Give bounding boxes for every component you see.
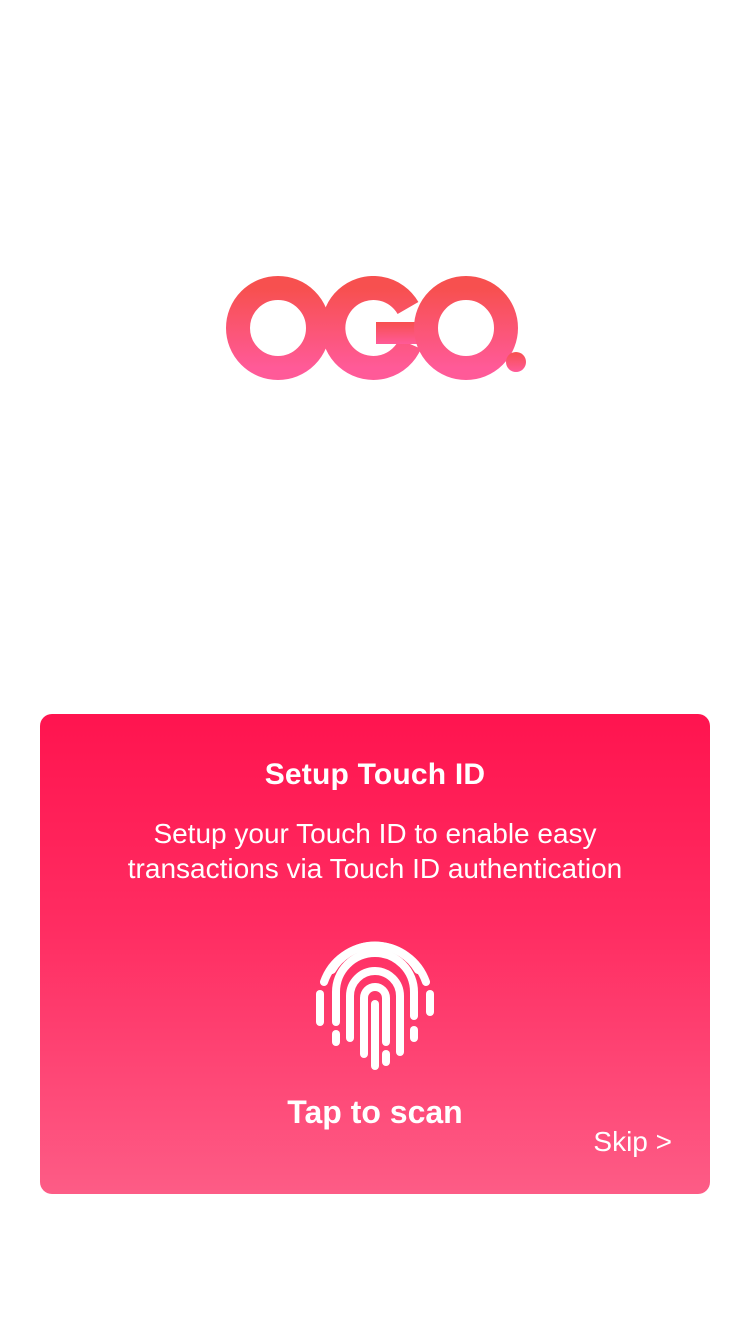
card-title: Setup Touch ID [264, 758, 486, 791]
description-line: transactions via Touch ID authentication [127, 853, 623, 884]
touch-id-setup-screen: Setup Touch ID Setup your Touch ID to en… [0, 0, 750, 1334]
skip-button[interactable]: Skip > [593, 1126, 672, 1158]
ogo-logo [222, 276, 532, 380]
card-description: Setup your Touch ID to enable easy trans… [80, 816, 670, 886]
fingerprint-icon[interactable] [310, 926, 440, 1072]
touch-id-card: Setup Touch ID Setup your Touch ID to en… [40, 714, 710, 1194]
description-line: Setup your Touch ID to enable easy [153, 818, 597, 849]
